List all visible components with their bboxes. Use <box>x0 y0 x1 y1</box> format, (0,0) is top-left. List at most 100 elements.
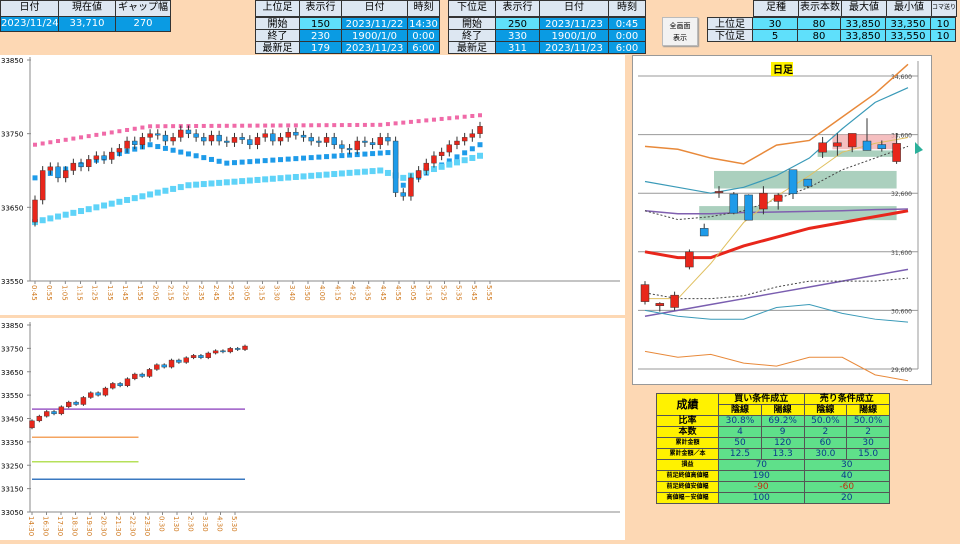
settings-r1-c5[interactable]: 10 <box>930 29 956 42</box>
settings-header-4: コマ送り <box>931 0 957 17</box>
y-tick-label: 31,600 <box>891 250 912 257</box>
upper-band-marker <box>401 120 406 125</box>
upper-band-marker <box>148 124 153 129</box>
candle-body <box>168 359 175 368</box>
current-date[interactable]: 2023/11/24 <box>0 16 59 32</box>
lower-band-marker <box>400 174 407 181</box>
chart-5min-panel[interactable]: 33850 33750 33650 33550 0:45 0:55 1:05 1:15 1:25… <box>0 55 625 315</box>
lower-band-marker <box>70 209 77 216</box>
candle-body <box>431 155 437 164</box>
chart-daily-panel[interactable]: 34,600 33,600 32,600 31,600 30,600 29,600 日足 <box>632 55 932 385</box>
candle-body <box>331 137 337 145</box>
chart-30min-panel[interactable]: 33850 33750 33650 33550 33450 33350 33250 33150… <box>0 318 625 540</box>
lower-band-marker <box>154 189 161 196</box>
settings-r1-c1[interactable]: 5 <box>752 29 798 42</box>
candle-body <box>773 194 783 202</box>
lower-band-marker <box>55 213 62 220</box>
cell-r2-c3[interactable]: 6:00 <box>608 41 646 54</box>
x-tick-label: 2:45 <box>212 285 220 301</box>
upper-band-marker <box>40 141 45 146</box>
upper-band-marker <box>56 139 61 144</box>
candle-body <box>833 142 842 147</box>
x-tick-label: 18:30 <box>71 516 79 536</box>
mid-band-marker <box>170 147 176 153</box>
upper-band-marker <box>431 117 436 122</box>
x-tick-label: 2:05 <box>151 285 159 301</box>
chart-title: 日足 <box>773 64 794 76</box>
x-tick-label: 5:45 <box>470 285 478 301</box>
stats-row-label: 比率 <box>655 415 720 427</box>
x-tick-label: 5:15 <box>424 285 432 301</box>
candle-body <box>685 251 694 268</box>
gap-width[interactable]: 270 <box>115 16 171 32</box>
lower-band-marker <box>139 193 146 200</box>
mid-band-marker <box>285 156 291 162</box>
upper-band-marker <box>255 123 260 128</box>
candle-body <box>316 140 322 143</box>
candle-body <box>293 131 299 136</box>
mid-band-marker <box>377 150 383 156</box>
candle-body <box>124 140 130 149</box>
header-3: 時刻 <box>407 0 440 17</box>
fullscreen-display-button[interactable]: 全画面 表示 <box>662 17 698 46</box>
candle-body <box>847 133 857 148</box>
x-tick-label: 0:45 <box>30 285 38 301</box>
candle-body <box>208 134 215 142</box>
current-price[interactable]: 33,710 <box>58 16 116 32</box>
stats-value: 70 <box>718 459 805 471</box>
candle-body <box>62 170 69 179</box>
candle-body <box>270 133 276 142</box>
upper-band-marker <box>332 123 337 128</box>
cell-r2-c1[interactable]: 179 <box>299 41 342 54</box>
lower-band-marker <box>223 179 230 186</box>
candle-body <box>139 137 146 145</box>
lower-band-marker <box>453 159 460 166</box>
cell-r2-c3[interactable]: 6:00 <box>407 41 440 54</box>
settings-r1-c2[interactable]: 80 <box>797 29 841 42</box>
lower-band-marker <box>131 195 138 202</box>
candle-body <box>116 148 123 153</box>
settings-r1-c3[interactable]: 33,850 <box>840 29 886 42</box>
mid-band-marker <box>477 142 483 148</box>
mid-band-marker <box>224 160 230 166</box>
header-2: 日付 <box>341 0 408 17</box>
stats-row-label: 前足終値高値幅 <box>655 470 720 482</box>
x-tick-label: 5:05 <box>409 285 417 301</box>
upper-band-marker <box>217 123 222 128</box>
header-0: 下位足 <box>448 0 496 17</box>
mid-band-marker <box>362 151 368 157</box>
candle-body <box>101 155 107 160</box>
cell-r2-c2[interactable]: 2023/11/23 <box>341 41 408 54</box>
upper-band-marker <box>132 126 137 131</box>
upper-band-marker <box>102 131 107 136</box>
upper-band-marker <box>339 123 344 128</box>
candle-body <box>55 166 61 179</box>
lower-band-marker <box>262 176 269 183</box>
upper-band-marker <box>309 123 314 128</box>
stats-title: 成績 <box>655 393 720 416</box>
cell-r2-c1[interactable]: 311 <box>495 41 540 54</box>
x-tick-label: 22:30 <box>129 516 137 536</box>
candle-body <box>154 364 160 370</box>
upper-band-marker <box>86 134 91 139</box>
settings-r1-c4[interactable]: 33,550 <box>885 29 931 42</box>
candle-body <box>78 162 84 168</box>
upper-band-marker <box>94 132 99 137</box>
cell-r2-c2[interactable]: 2023/11/23 <box>539 41 609 54</box>
stats-value: 2 <box>846 426 890 438</box>
upper-band-marker <box>33 142 37 147</box>
header-1: 表示行 <box>299 0 342 17</box>
candle-body <box>205 352 211 358</box>
stats-value: 50 <box>718 437 762 449</box>
cell-r2-c0: 最新足 <box>448 41 496 54</box>
lower-band-marker <box>369 168 376 175</box>
candle-body <box>32 199 38 223</box>
candle-body <box>231 137 238 143</box>
mid-band-marker <box>316 154 322 160</box>
upper-band-marker <box>478 113 482 118</box>
lower-band-marker <box>162 187 169 194</box>
candle-body <box>95 392 101 396</box>
stats-row: 損益 70 30 <box>655 459 891 471</box>
candle-body <box>178 129 184 138</box>
mid-band-marker <box>400 182 406 188</box>
